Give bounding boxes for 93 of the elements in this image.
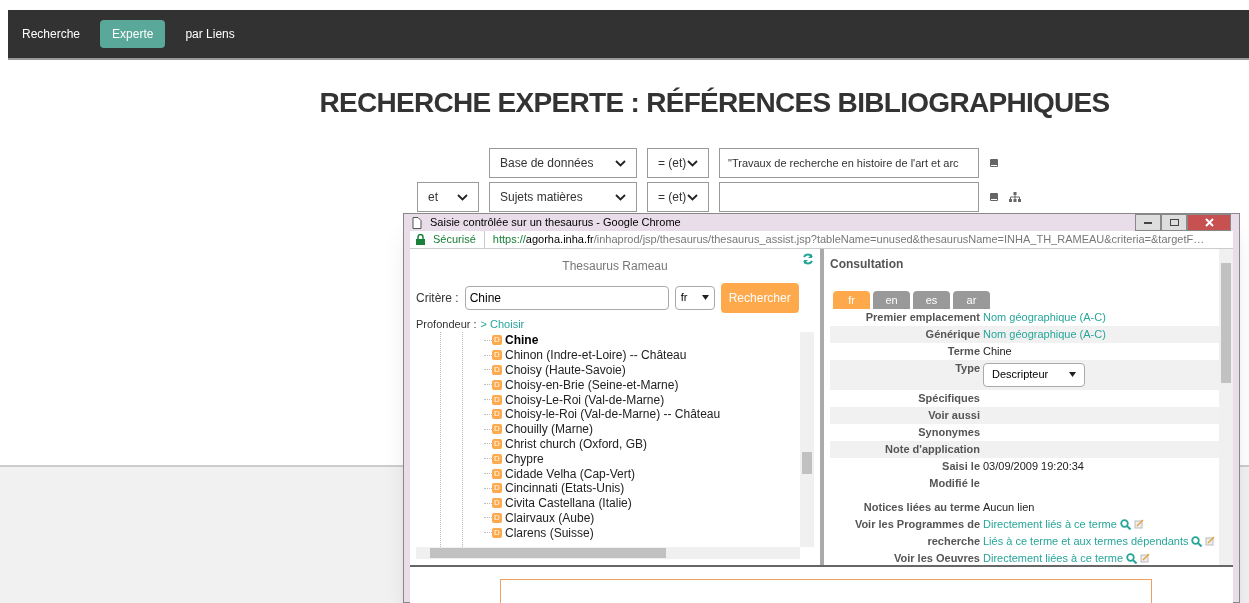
field-label: Notices liées au terme — [862, 499, 980, 515]
minimize-icon — [1144, 221, 1152, 224]
descriptor-badge: D — [492, 512, 502, 523]
address-bar[interactable]: Sécurisé https://agorha.inha.fr/inhaprod/jsp/thesaurus/thesaurus_assist.jsp?tableName=unused&thesaurusName=INHA_TH_RAMEAU&criteria=&targetF… — [410, 231, 1233, 249]
depth-label: Profondeur : — [416, 316, 477, 332]
descriptor-badge: D — [492, 483, 502, 494]
descriptor-badge: D — [492, 409, 502, 420]
dropdown-icon — [701, 295, 709, 300]
chevron-icon — [615, 159, 626, 167]
close-button[interactable] — [1187, 214, 1231, 231]
tree-item[interactable]: Cidade Velha (Cap-Vert) — [505, 466, 636, 481]
minimize-button[interactable] — [1135, 214, 1161, 231]
chevron-icon — [687, 159, 698, 167]
horizontal-scrollbar[interactable] — [416, 546, 800, 559]
tree-item[interactable]: Choisy (Haute-Savoie) — [505, 363, 626, 377]
field-value: Chine — [983, 344, 1012, 357]
search-icon[interactable] — [1191, 535, 1203, 547]
chevron-icon — [457, 193, 468, 201]
field-label: Synonymes — [917, 424, 980, 440]
note-icon[interactable] — [1133, 519, 1144, 529]
field-label: Saisi le — [941, 458, 980, 474]
nav-tab[interactable]: par Liens — [181, 20, 239, 48]
maximize-button[interactable] — [1161, 214, 1187, 231]
field-select[interactable]: Sujets matières — [489, 182, 637, 212]
tree-item[interactable]: Christ church (Oxford, GB) — [505, 436, 648, 451]
field-label: Terme — [946, 343, 980, 359]
value-field[interactable]: "Travaux de recherche en histoire de l'art et arc — [719, 148, 979, 178]
tree-item[interactable]: Chouilly (Marne) — [505, 422, 594, 437]
tree-item[interactable]: Choisy-le-Roi (Val-de-Marne) -- Château — [505, 407, 721, 422]
field-label: Voir les Oeuvres — [893, 550, 980, 565]
descriptor-badge: D — [492, 350, 502, 361]
tree-item[interactable]: Chypre — [505, 451, 544, 466]
value-field[interactable] — [719, 182, 979, 212]
descriptor-badge: D — [492, 527, 502, 538]
criteria-field[interactable]: Chine — [464, 285, 669, 310]
dropdown-icon — [1069, 372, 1076, 377]
descriptor-badge: D — [492, 365, 502, 375]
chevron-icon — [615, 193, 626, 201]
tree-item[interactable]: Choisy-en-Brie (Seine-et-Marne) — [505, 377, 679, 392]
field-label: Type — [954, 360, 980, 376]
book-icon[interactable] — [989, 158, 999, 168]
book-icon[interactable] — [989, 192, 999, 202]
field-label: Voir aussi — [927, 407, 980, 423]
type-select[interactable]: Descripteur — [983, 362, 1085, 387]
nav-tab[interactable]: Recherche — [18, 20, 85, 48]
page-title: RECHERCHE EXPERTE : RÉFÉRENCES BIBLIOGRAPHIQUES — [318, 86, 1111, 120]
tree-item[interactable]: Cincinnati (Etats-Unis) — [505, 481, 625, 496]
comparator-select[interactable]: = (et) — [647, 148, 709, 178]
lock-icon — [416, 233, 425, 245]
window-title: Saisie contrôlée sur un thesaurus - Google Chrome — [430, 215, 681, 231]
security-label: Sécurisé — [433, 231, 485, 248]
vertical-scrollbar[interactable] — [1219, 248, 1233, 565]
url-text: https://agorha.inha.fr/inhaprod/jsp/thesaurus/thesaurus_assist.jsp?tableName=unused&thesaurusName=INHA_TH_RAMEAU&criteria=&targetF… — [492, 232, 1205, 247]
search-icon[interactable] — [1126, 552, 1137, 564]
field-value: 03/09/2009 19:20:34 — [983, 459, 1084, 472]
note-icon[interactable] — [1140, 553, 1150, 563]
criteria-label: Critère : — [416, 289, 459, 307]
field-label: Note d'application — [884, 441, 980, 457]
chevron-icon — [687, 193, 698, 201]
maximize-icon — [1169, 219, 1179, 226]
field-label: Modifié le — [928, 475, 980, 491]
field-label: Spécifiques — [917, 390, 980, 406]
search-icon[interactable] — [1119, 518, 1131, 530]
field-label: Voir les Programmes de recherche — [853, 516, 980, 549]
comparator-select[interactable]: = (et) — [647, 182, 709, 212]
tree-item[interactable]: Civita Castellana (Italie) — [505, 496, 632, 511]
field-value: Aucun lien — [983, 500, 1035, 513]
vertical-scrollbar[interactable] — [800, 332, 814, 547]
descriptor-badge: D — [492, 394, 502, 405]
descriptor-badge: D — [492, 468, 502, 479]
tree-item[interactable]: Chinon (Indre-et-Loire) -- Château — [505, 348, 687, 363]
tree-item[interactable]: Clarens (Suisse) — [505, 525, 594, 540]
descriptor-badge: D — [492, 498, 502, 509]
descriptor-badge: D — [492, 379, 502, 390]
descriptor-badge: D — [492, 453, 502, 464]
close-icon — [1204, 218, 1214, 227]
refresh-icon[interactable] — [802, 252, 814, 265]
tree-item[interactable]: Choisy-Le-Roi (Val-de-Marne) — [505, 392, 665, 407]
page-icon — [412, 216, 422, 229]
panel-title: Thesaurus Rameau — [561, 257, 669, 275]
tree-item[interactable]: Chine — [505, 333, 539, 348]
note-icon[interactable] — [1205, 536, 1216, 546]
descriptor-badge: D — [492, 424, 502, 435]
language-select[interactable]: fr — [674, 285, 715, 310]
descriptor-badge: D — [492, 335, 502, 346]
descriptor-badge: D — [492, 438, 502, 449]
tree-item[interactable]: Clairvaux (Aube) — [505, 510, 595, 525]
panel-title: Consultation — [830, 255, 905, 273]
field-select[interactable]: Base de données — [489, 148, 637, 178]
operator-select[interactable]: et — [417, 182, 479, 212]
field-label: Générique — [924, 326, 980, 342]
hierarchy-icon[interactable] — [1009, 192, 1021, 202]
field-label: Premier emplacement — [864, 309, 980, 325]
